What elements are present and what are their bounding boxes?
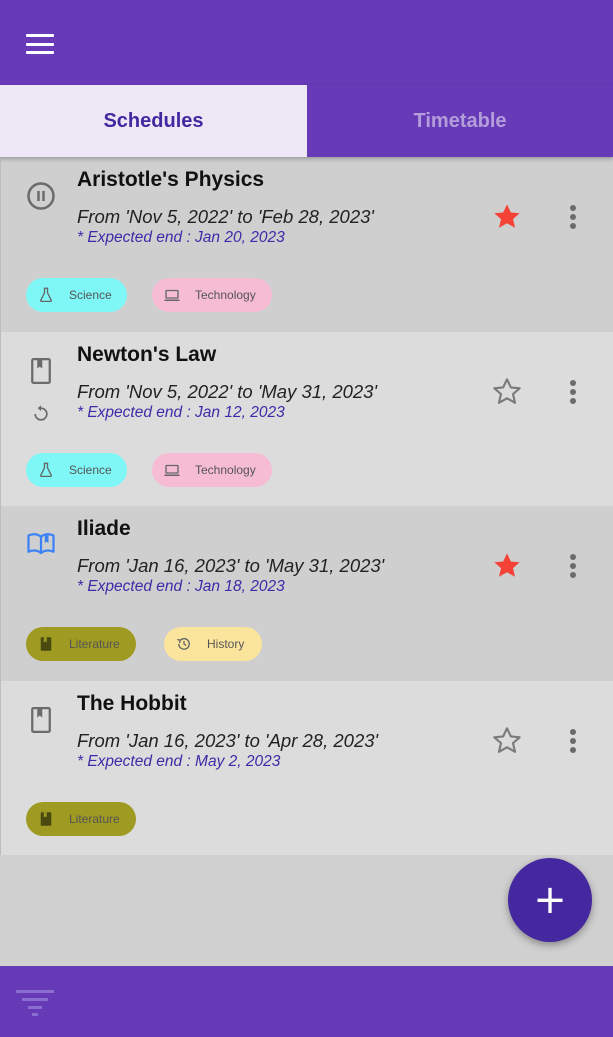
tag-chip-technology[interactable]: Technology — [152, 278, 272, 312]
schedule-dates: From 'Nov 5, 2022' to 'Feb 28, 2023' — [77, 206, 374, 227]
history-icon — [177, 638, 190, 650]
filter-list-icon[interactable] — [16, 988, 54, 1018]
flask-icon — [39, 462, 53, 477]
book-icon — [40, 811, 52, 826]
star-filled-icon[interactable] — [491, 550, 523, 582]
repeat-icon — [34, 404, 48, 421]
bottom-app-bar — [0, 966, 613, 1037]
bookmark-book-icon[interactable] — [26, 705, 56, 735]
tag-chip-technology[interactable]: Technology — [152, 452, 272, 487]
add-icon: + — [533, 877, 567, 923]
schedule-card[interactable]: Newton's Law From 'Nov 5, 2022' to 'May … — [0, 331, 613, 506]
app-bar — [0, 0, 613, 85]
schedule-title: Newton's Law — [77, 342, 217, 366]
star-filled-icon[interactable] — [491, 201, 523, 233]
expected-end: * Expected end : Jan 18, 2023 — [77, 578, 285, 595]
more-options-icon[interactable] — [563, 726, 583, 756]
tag-chip-history[interactable]: History — [164, 627, 262, 661]
star-outline-icon[interactable] — [491, 725, 523, 757]
tag-chip-science[interactable]: Science — [26, 278, 127, 312]
star-outline-icon[interactable] — [491, 376, 523, 408]
schedule-list: Aristotle's Physics From 'Nov 5, 2022' t… — [0, 157, 613, 855]
tag-label: Technology — [195, 462, 256, 477]
more-options-icon[interactable] — [563, 202, 583, 232]
tag-label: History — [207, 637, 245, 651]
book-icon — [40, 637, 52, 651]
laptop-icon — [164, 289, 180, 301]
expected-end: * Expected end : May 2, 2023 — [77, 752, 281, 770]
pause-circle-icon[interactable] — [26, 181, 56, 211]
schedule-dates: From 'Jan 16, 2023' to 'May 31, 2023' — [77, 555, 385, 576]
tag-label: Science — [69, 288, 112, 302]
schedule-dates: From 'Jan 16, 2023' to 'Apr 28, 2023' — [77, 729, 379, 751]
expected-end: * Expected end : Jan 12, 2023 — [77, 403, 285, 421]
tag-label: Technology — [195, 288, 256, 302]
more-options-icon[interactable] — [563, 551, 583, 581]
schedule-dates: From 'Nov 5, 2022' to 'May 31, 2023' — [77, 380, 378, 402]
schedule-title: Iliade — [77, 517, 131, 540]
schedule-card[interactable]: Iliade From 'Jan 16, 2023' to 'May 31, 2… — [0, 506, 613, 681]
schedule-card[interactable]: The Hobbit From 'Jan 16, 2023' to 'Apr 2… — [0, 680, 613, 855]
schedule-title: The Hobbit — [77, 691, 187, 715]
tag-label: Literature — [69, 637, 120, 651]
tag-chip-science[interactable]: Science — [26, 452, 127, 487]
tab-bar: Schedules Timetable — [0, 85, 613, 157]
tag-label: Science — [69, 462, 112, 477]
tag-label: Literature — [69, 811, 120, 826]
schedule-title: Aristotle's Physics — [77, 168, 265, 191]
schedule-card[interactable]: Aristotle's Physics From 'Nov 5, 2022' t… — [0, 157, 613, 332]
flask-icon — [39, 287, 53, 303]
expected-end: * Expected end : Jan 20, 2023 — [77, 229, 285, 246]
tab-timetable[interactable]: Timetable — [307, 85, 613, 157]
tab-schedules[interactable]: Schedules — [0, 85, 307, 157]
more-options-icon[interactable] — [563, 377, 583, 407]
menu-icon[interactable] — [26, 34, 54, 54]
add-schedule-button[interactable]: + — [508, 858, 592, 942]
open-book-icon[interactable] — [26, 528, 56, 558]
tag-chip-literature[interactable]: Literature — [26, 801, 136, 836]
bookmark-book-icon[interactable] — [26, 356, 56, 386]
laptop-icon — [164, 464, 180, 476]
tag-chip-literature[interactable]: Literature — [26, 627, 136, 661]
